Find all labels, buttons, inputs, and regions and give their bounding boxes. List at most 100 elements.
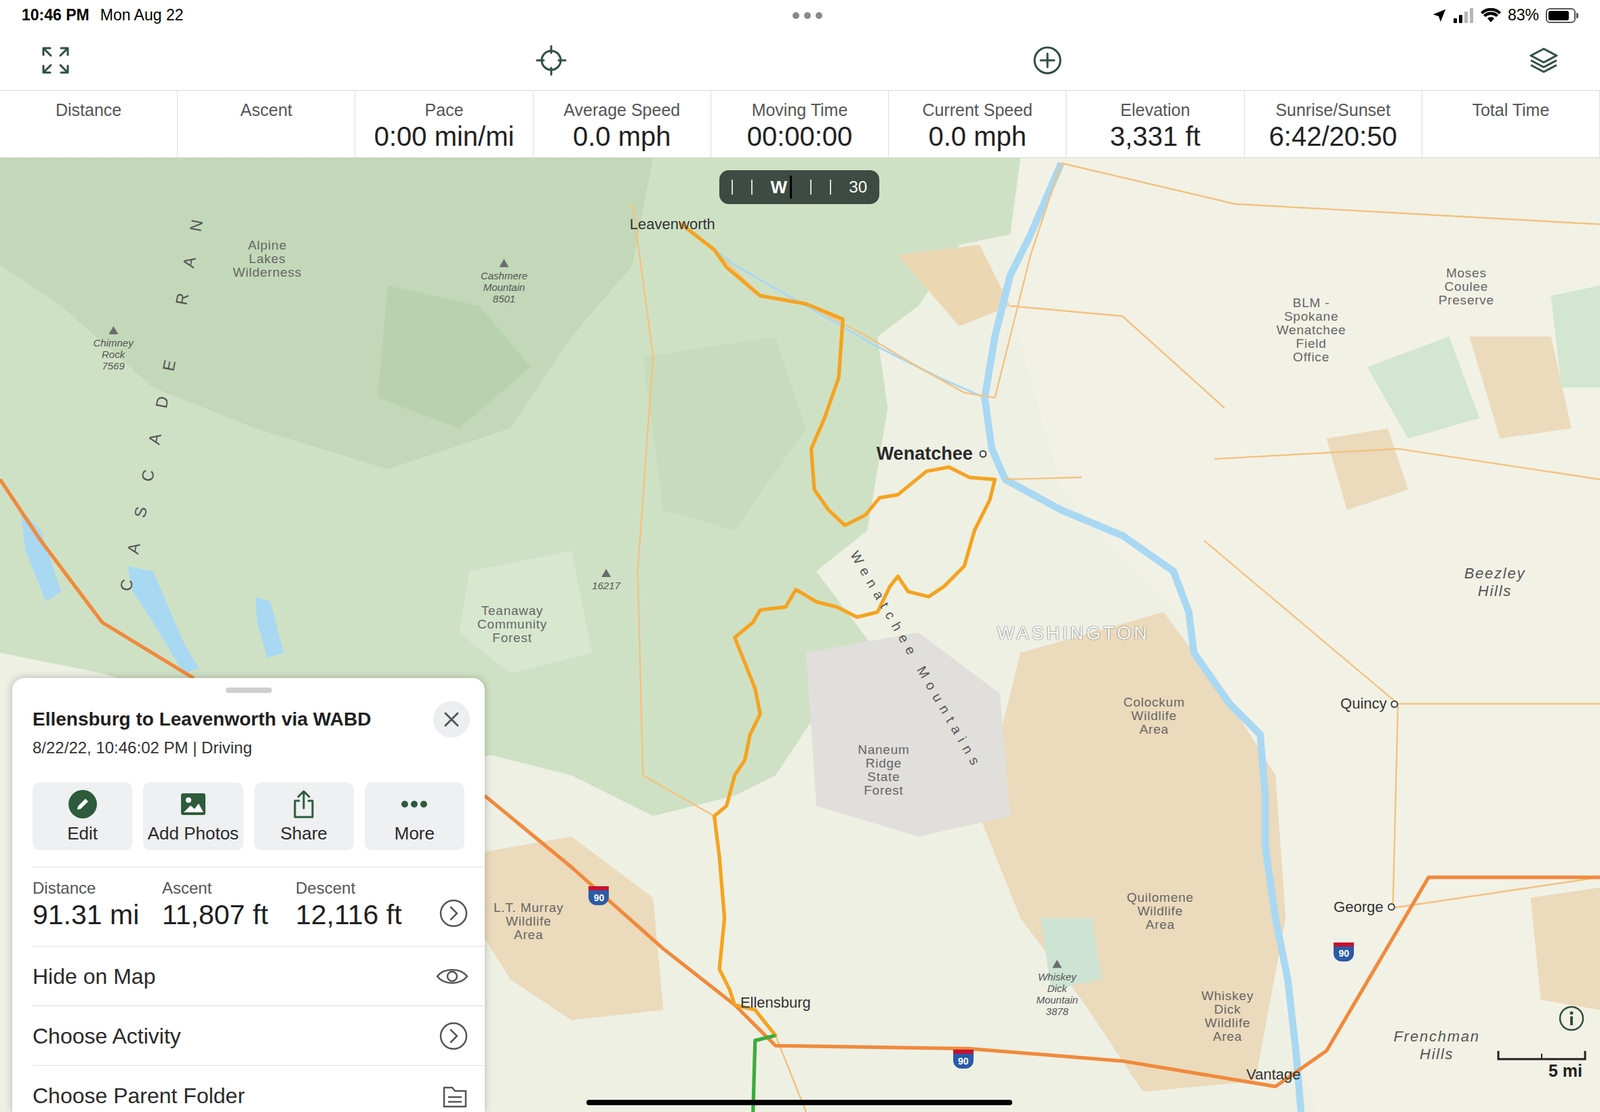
home-indicator[interactable] xyxy=(586,1099,1013,1106)
map-label-text: CASCADE RAN xyxy=(116,192,212,593)
map-label-text: 16217 xyxy=(591,579,621,592)
track-stat-value: 91.31 mi xyxy=(32,898,163,931)
edit-button[interactable]: Edit xyxy=(32,782,133,851)
map-label[interactable]: Chimney Rock 7569 xyxy=(92,325,133,372)
interstate-shield: 90 xyxy=(1333,942,1354,962)
map-label[interactable]: Beezley Hills xyxy=(1464,564,1527,600)
track-stat-value: 11,807 ft xyxy=(162,898,296,931)
stat-cell[interactable]: Sunrise/Sunset6:42/20:50 xyxy=(1244,90,1423,158)
map-label-text: Vantage xyxy=(1246,1065,1301,1083)
map-label[interactable]: Ellensburg xyxy=(740,993,811,1012)
stat-label: Average Speed xyxy=(563,98,680,121)
row-icon-box xyxy=(435,966,469,987)
folder-icon xyxy=(441,1082,469,1110)
stat-cell[interactable]: Average Speed0.0 mph xyxy=(533,90,712,158)
map-label[interactable]: Whiskey Dick Mountain 3878 xyxy=(1035,958,1078,1017)
stat-cell[interactable]: Distance xyxy=(0,90,178,158)
heading-strip[interactable]: W 30 xyxy=(719,170,880,205)
action-label: Add Photos xyxy=(147,823,239,844)
row-icon-box xyxy=(438,1021,469,1051)
row-icon-box xyxy=(441,1082,469,1110)
map-label-text: Alpine Lakes Wilderness xyxy=(233,237,303,280)
scale-label: 5 mi xyxy=(1548,1060,1587,1081)
track-stats-list: Distance91.31 miAscent11,807 ftDescent12… xyxy=(32,877,439,931)
map-label-text: Wenatchee xyxy=(876,442,973,465)
map-label[interactable]: Cashmere Mountain 8501 xyxy=(480,258,528,305)
clock: 10:46 PM Mon Aug 22 xyxy=(21,3,184,28)
row-label: Choose Parent Folder xyxy=(32,1082,245,1109)
heading-tick xyxy=(810,179,812,195)
map-label[interactable]: Colockum Wildlife Area xyxy=(1123,695,1186,737)
action-label: More xyxy=(394,823,435,844)
wifi-icon xyxy=(1480,8,1502,24)
heading-tick xyxy=(751,179,753,195)
map-label[interactable]: Teanaway Community Forest xyxy=(477,604,548,645)
interstate-shield: 90 xyxy=(953,1049,974,1069)
map[interactable]: Leavenworth Alpine Lakes Wilderness Cashme… xyxy=(0,157,1600,1112)
choose-activity-row[interactable]: Choose Activity xyxy=(32,1005,485,1066)
map-label-text: Beezley Hills xyxy=(1464,564,1527,600)
choose-parent-folder-row[interactable]: Choose Parent Folder xyxy=(32,1065,485,1112)
map-label[interactable]: CASCADE RAN xyxy=(116,192,213,593)
stat-cell[interactable]: Current Speed0.0 mph xyxy=(888,90,1067,158)
map-label[interactable]: Leavenworth xyxy=(629,215,716,234)
add-photos-button[interactable]: Add Photos xyxy=(143,782,243,851)
fullscreen-icon[interactable] xyxy=(40,45,71,76)
stat-label: Ascent xyxy=(240,98,293,121)
map-label[interactable]: Frenchman Hills xyxy=(1393,1027,1480,1064)
share-button[interactable]: Share xyxy=(254,782,354,851)
stat-cell[interactable]: Total Time xyxy=(1422,90,1600,158)
battery-fill xyxy=(1548,10,1569,21)
row-label: Choose Activity xyxy=(32,1023,182,1049)
map-label-text: Teanaway Community Forest xyxy=(477,603,548,645)
status-icons: 83% xyxy=(1431,3,1579,28)
details-chevron-icon[interactable] xyxy=(438,898,469,929)
track-stat: Distance91.31 mi xyxy=(32,877,163,931)
track-stat-label: Distance xyxy=(32,877,163,899)
map-label-text: Naneum Ridge State Forest xyxy=(857,742,910,798)
map-label[interactable]: Vantage xyxy=(1246,1065,1301,1084)
layers-icon[interactable] xyxy=(1528,44,1560,76)
map-label[interactable]: BLM - Spokane Wenatchee Field Office xyxy=(1276,296,1347,365)
map-label[interactable]: L.T. Murray Wildlife Area xyxy=(493,901,564,942)
close-button[interactable] xyxy=(433,701,470,738)
map-label[interactable]: Quincy xyxy=(1340,694,1398,713)
info-icon[interactable] xyxy=(1557,1004,1586,1032)
map-label[interactable]: 16217 xyxy=(591,568,621,592)
map-label[interactable]: WASHINGTON xyxy=(997,622,1150,645)
panel-handle[interactable] xyxy=(225,687,272,693)
stat-cell[interactable]: Ascent xyxy=(177,90,356,158)
map-label[interactable]: George xyxy=(1333,898,1395,916)
stat-cell[interactable]: Moving Time00:00:00 xyxy=(711,90,889,158)
map-label-text: Leavenworth xyxy=(629,215,716,233)
map-label-text: Chimney Rock 7569 xyxy=(92,336,133,372)
map-label[interactable]: Wenatchee xyxy=(876,442,988,465)
stat-value: 0.0 mph xyxy=(572,120,672,152)
crosshair-icon[interactable] xyxy=(535,44,567,76)
location-arrow-icon xyxy=(1431,8,1447,24)
map-label-text: Frenchman Hills xyxy=(1393,1027,1480,1063)
hide-on-map-row[interactable]: Hide on Map xyxy=(32,945,485,1006)
stats-bar: DistanceAscentPace0:00 min/miAverage Spe… xyxy=(0,90,1600,158)
track-stat: Ascent11,807 ft xyxy=(162,877,296,931)
heading-center: W xyxy=(770,175,793,199)
map-label[interactable]: Whiskey Dick Wildlife Area xyxy=(1201,989,1254,1044)
add-circle-icon[interactable] xyxy=(1031,44,1064,76)
stat-cell[interactable]: Pace0:00 min/mi xyxy=(355,90,533,158)
map-label-text: Whiskey Dick Mountain 3878 xyxy=(1035,970,1078,1017)
peak-icon xyxy=(600,568,612,578)
map-label[interactable]: Moses Coulee Preserve xyxy=(1438,266,1495,308)
stat-label: Distance xyxy=(55,98,122,121)
map-label-text: Moses Coulee Preserve xyxy=(1438,265,1495,308)
map-label[interactable]: Alpine Lakes Wilderness xyxy=(233,238,303,280)
map-label[interactable]: Quilomene Wildlife Area xyxy=(1126,890,1194,932)
track-rows: Hide on Map Choose Activity Choose Parent … xyxy=(12,945,485,1112)
map-label[interactable]: Wenatchee Mountains xyxy=(846,547,987,773)
more-button[interactable]: More xyxy=(364,782,465,851)
map-label[interactable]: Naneum Ridge State Forest xyxy=(857,743,910,798)
heading-tick xyxy=(731,179,733,195)
stat-value: 0:00 min/mi xyxy=(374,120,515,152)
panel-handle-area[interactable] xyxy=(12,677,485,693)
multitask-dots-icon[interactable] xyxy=(791,11,824,20)
stat-cell[interactable]: Elevation3,331 ft xyxy=(1066,90,1245,158)
